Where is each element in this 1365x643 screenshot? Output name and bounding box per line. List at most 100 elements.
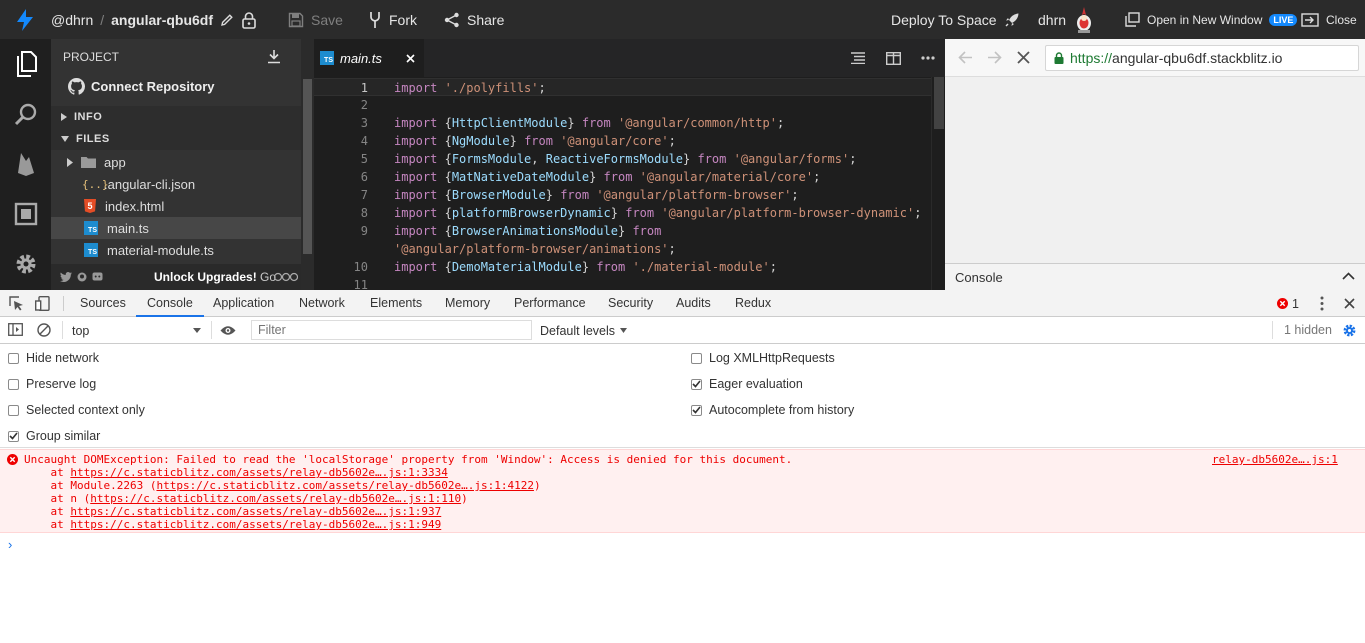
gear-icon[interactable] xyxy=(12,250,40,278)
stack-frame-link[interactable]: https://c.staticblitz.com/assets/relay-d… xyxy=(90,492,461,505)
hide-network-option[interactable]: Hide network xyxy=(8,351,99,365)
selected-context-only-checkbox[interactable] xyxy=(8,404,19,416)
log-levels-dropdown[interactable]: Default levels xyxy=(540,317,628,344)
code-line[interactable]: 10 import {DemoMaterialModule} from './ma… xyxy=(314,258,931,276)
autocomplete-from-history-checkbox[interactable] xyxy=(691,404,702,416)
device-toolbar-icon[interactable] xyxy=(35,296,50,311)
firebase-icon[interactable] xyxy=(12,150,40,178)
devtools-tab-audits[interactable]: Audits xyxy=(676,290,711,317)
context-selector[interactable]: top xyxy=(72,317,202,344)
scrollbar-thumb[interactable] xyxy=(303,79,312,254)
preview-url-bar[interactable]: https://angular-qbu6df.stackblitz.io xyxy=(1045,45,1359,71)
discord-icon[interactable] xyxy=(92,272,103,282)
code-area[interactable]: 1 import './polyfills'; 2 3 import {HttpClie… xyxy=(314,77,931,290)
extensions-icon[interactable] xyxy=(12,200,40,228)
devtools-tab-memory[interactable]: Memory xyxy=(445,290,490,317)
devtools-tab-network[interactable]: Network xyxy=(299,290,345,317)
share-button[interactable]: Share xyxy=(444,0,504,39)
log-xmlhttprequests-option[interactable]: Log XMLHttpRequests xyxy=(691,351,835,365)
github-small-icon[interactable] xyxy=(77,272,87,282)
kebab-menu-icon[interactable] xyxy=(1320,296,1324,311)
save-button[interactable]: Save xyxy=(288,0,343,39)
preview-console-toggle[interactable]: Console xyxy=(945,263,1365,290)
devtools-tab-performance[interactable]: Performance xyxy=(514,290,586,317)
files-section-header[interactable]: FILES xyxy=(51,128,301,150)
twitter-icon[interactable] xyxy=(60,272,72,282)
split-editor-icon[interactable] xyxy=(884,49,902,67)
stack-frame-link[interactable]: https://c.staticblitz.com/assets/relay-d… xyxy=(70,466,448,479)
code-line[interactable]: 8 import {platformBrowserDynamic} from '@… xyxy=(314,204,931,222)
tree-item-index-html[interactable]: 5 index.html xyxy=(51,195,301,217)
stop-loading-icon[interactable] xyxy=(1017,51,1030,64)
close-button[interactable]: Close xyxy=(1301,0,1357,39)
eager-evaluation-checkbox[interactable] xyxy=(691,378,702,390)
preserve-log-checkbox[interactable] xyxy=(8,378,19,390)
editor-tab-main-ts[interactable]: TS main.ts xyxy=(314,39,424,77)
editor-scrollbar[interactable] xyxy=(931,77,945,290)
more-options-icon[interactable] xyxy=(919,49,937,67)
username-link[interactable]: @dhrn xyxy=(51,12,93,28)
autocomplete-from-history-option[interactable]: Autocomplete from history xyxy=(691,403,854,417)
code-line[interactable]: 4 import {NgModule} from '@angular/core'; xyxy=(314,132,931,150)
devtools-tab-sources[interactable]: Sources xyxy=(80,290,126,317)
fork-button[interactable]: Fork xyxy=(368,0,417,39)
tree-item-material-module-ts[interactable]: TS material-module.ts xyxy=(51,239,301,261)
console-prompt[interactable]: › xyxy=(8,537,12,552)
preserve-log-option[interactable]: Preserve log xyxy=(8,377,96,391)
code-line[interactable]: '@angular/platform-browser/animations'; xyxy=(314,240,931,258)
selected-context-only-option[interactable]: Selected context only xyxy=(8,403,145,417)
open-in-new-window-button[interactable]: Open in New Window LIVE xyxy=(1125,0,1298,39)
search-icon[interactable] xyxy=(12,100,40,128)
eager-evaluation-option[interactable]: Eager evaluation xyxy=(691,377,803,391)
connect-repository-button[interactable]: Connect Repository xyxy=(51,75,301,97)
devtools-tab-elements[interactable]: Elements xyxy=(370,290,422,317)
devtools-tab-redux[interactable]: Redux xyxy=(735,290,771,317)
error-counter[interactable]: 1 xyxy=(1277,290,1299,317)
group-similar-checkbox[interactable] xyxy=(8,430,19,442)
download-icon[interactable] xyxy=(267,49,281,64)
live-expression-eye-icon[interactable] xyxy=(220,325,236,336)
group-similar-option[interactable]: Group similar xyxy=(8,429,100,443)
clear-console-icon[interactable] xyxy=(37,323,51,337)
console-settings-gear-icon[interactable] xyxy=(1342,323,1357,338)
hide-network-checkbox[interactable] xyxy=(8,352,19,364)
format-icon[interactable] xyxy=(849,49,867,67)
account-menu[interactable]: dhrn xyxy=(1038,0,1095,39)
close-devtools-icon[interactable] xyxy=(1344,298,1355,309)
deploy-to-space-button[interactable]: Deploy To Space xyxy=(891,0,1020,39)
code-line[interactable]: 1 import './polyfills'; xyxy=(314,78,931,96)
tree-item-angular-cli-json[interactable]: {..} .angular-cli.json xyxy=(51,173,301,195)
devtools-tab-security[interactable]: Security xyxy=(608,290,653,317)
tree-item-app-folder[interactable]: app xyxy=(51,151,301,173)
inspect-element-icon[interactable] xyxy=(9,296,24,311)
stackblitz-logo-icon[interactable] xyxy=(16,0,34,39)
close-tab-icon[interactable] xyxy=(406,53,415,63)
stack-frame-link[interactable]: https://c.staticblitz.com/assets/relay-d… xyxy=(156,479,534,492)
stack-frame-link[interactable]: https://c.staticblitz.com/assets/relay-d… xyxy=(70,505,441,518)
stack-frame-link[interactable]: https://c.staticblitz.com/assets/relay-d… xyxy=(70,518,441,531)
log-xmlhttprequests-checkbox[interactable] xyxy=(691,352,702,364)
files-icon[interactable] xyxy=(12,50,40,78)
code-line[interactable]: 5 import {FormsModule, ReactiveFormsModul… xyxy=(314,150,931,168)
lock-icon[interactable] xyxy=(241,11,257,29)
code-line[interactable]: 11 xyxy=(314,276,931,290)
edit-pencil-icon[interactable] xyxy=(220,13,234,27)
unlock-upgrades-link[interactable]: Unlock Upgrades! Go xyxy=(154,270,276,284)
code-line[interactable]: 6 import {MatNativeDateModule} from '@ang… xyxy=(314,168,931,186)
code-line[interactable]: 3 import {HttpClientModule} from '@angula… xyxy=(314,114,931,132)
devtools-tab-console[interactable]: Console xyxy=(136,290,204,317)
error-source-link[interactable]: relay-db5602e….js:1 xyxy=(1212,453,1338,466)
console-filter-input[interactable] xyxy=(251,320,532,340)
code-line[interactable]: 7 import {BrowserModule} from '@angular/p… xyxy=(314,186,931,204)
scrollbar-thumb[interactable] xyxy=(934,77,944,129)
back-arrow-icon[interactable] xyxy=(958,51,973,64)
info-section-header[interactable]: INFO xyxy=(51,106,301,128)
project-name[interactable]: angular-qbu6df xyxy=(111,12,213,28)
devtools-tab-application[interactable]: Application xyxy=(213,290,274,317)
forward-arrow-icon[interactable] xyxy=(987,51,1002,64)
tree-item-main-ts[interactable]: TS main.ts xyxy=(51,217,301,239)
code-line[interactable]: 2 xyxy=(314,96,931,114)
code-line[interactable]: 9 import {BrowserAnimationsModule} from xyxy=(314,222,931,240)
sidebar-scrollbar[interactable] xyxy=(301,39,314,290)
sidebar-toggle-icon[interactable] xyxy=(8,323,23,336)
